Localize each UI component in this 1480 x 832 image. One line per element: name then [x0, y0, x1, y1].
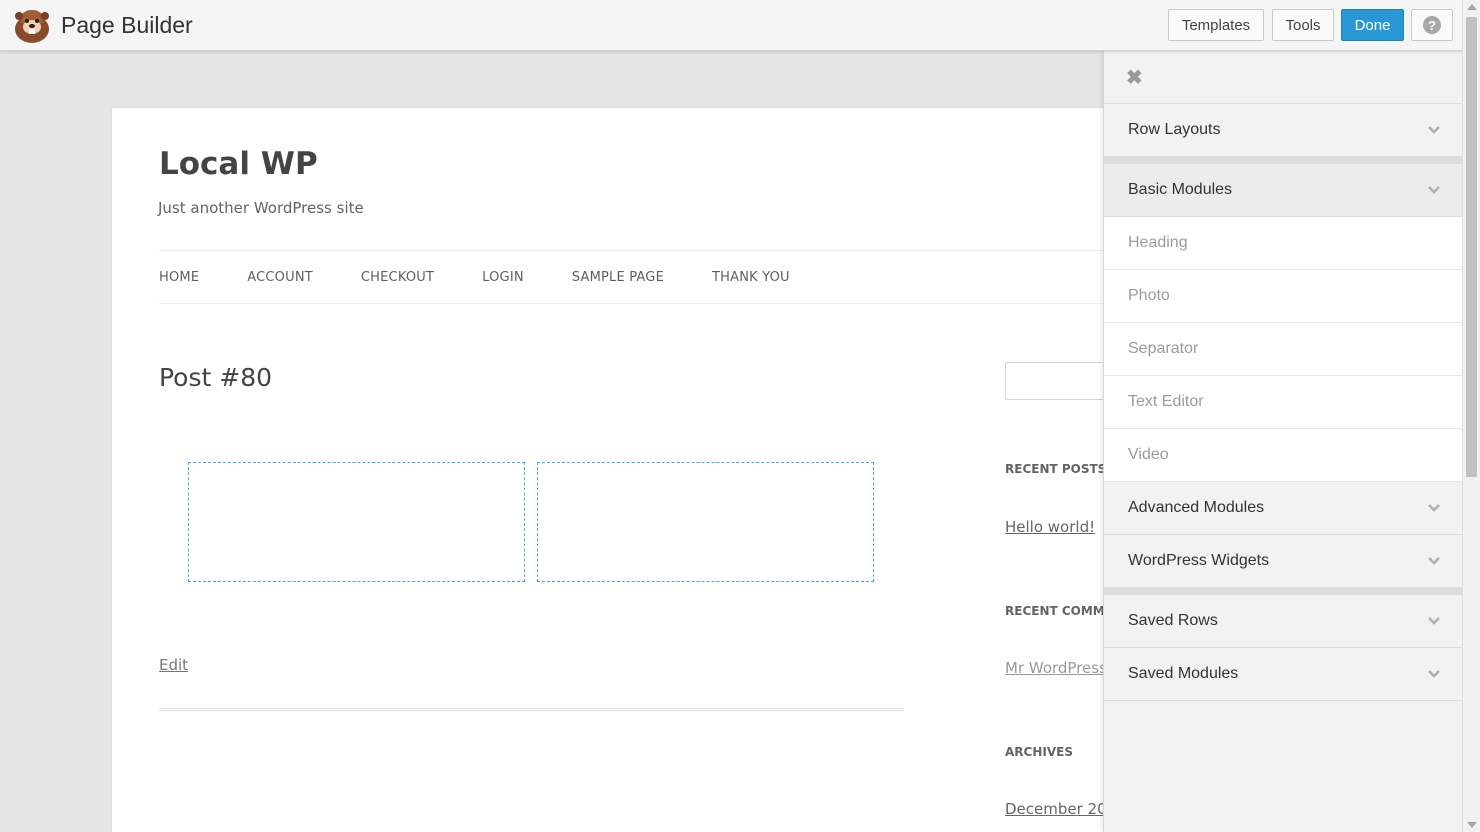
beaver-logo-icon	[15, 10, 49, 43]
section-label: WordPress Widgets	[1128, 552, 1270, 569]
section-label: Saved Modules	[1128, 665, 1239, 682]
scroll-down-arrow-icon[interactable]	[1467, 822, 1477, 828]
help-icon: ?	[1423, 16, 1441, 34]
nav-item-account[interactable]: ACCOUNT	[247, 270, 313, 285]
module-photo[interactable]: Photo	[1104, 270, 1462, 323]
section-saved-rows[interactable]: Saved Rows	[1104, 595, 1462, 648]
section-separator	[1104, 157, 1462, 164]
nav-item-sample-page[interactable]: SAMPLE PAGE	[572, 270, 664, 285]
nav-divider	[159, 303, 1119, 304]
recent-comments-heading: RECENT COMM	[1005, 604, 1105, 618]
module-separator[interactable]: Separator	[1104, 323, 1462, 376]
section-label: Advanced Modules	[1128, 499, 1265, 516]
chevron-down-icon	[1428, 670, 1440, 678]
section-label: Basic Modules	[1128, 181, 1233, 198]
section-separator	[1104, 588, 1462, 595]
site-title[interactable]: Local WP	[159, 146, 318, 182]
chevron-down-icon	[1428, 557, 1440, 565]
scrollbar-thumb[interactable]	[1466, 17, 1477, 477]
nav-divider	[159, 250, 1119, 251]
content-panel: ✖ Row Layouts Basic Modules Heading Phot…	[1103, 51, 1462, 832]
edit-link[interactable]: Edit	[159, 656, 188, 674]
section-wordpress-widgets[interactable]: WordPress Widgets	[1104, 535, 1462, 588]
nav-item-checkout[interactable]: CHECKOUT	[361, 270, 434, 285]
post-title: Post #80	[159, 363, 273, 392]
archives-heading: ARCHIVES	[1005, 745, 1073, 759]
recent-posts-heading: RECENT POSTS	[1005, 462, 1107, 476]
section-saved-modules[interactable]: Saved Modules	[1104, 648, 1462, 701]
scroll-up-arrow-icon[interactable]	[1467, 4, 1477, 10]
recent-post-link[interactable]: Hello world!	[1005, 518, 1095, 536]
nav-item-thank-you[interactable]: THANK YOU	[712, 270, 790, 285]
templates-button[interactable]: Templates	[1168, 9, 1264, 41]
close-icon[interactable]: ✖	[1126, 65, 1143, 90]
nav-item-login[interactable]: LOGIN	[482, 270, 524, 285]
section-row-layouts[interactable]: Row Layouts	[1104, 104, 1462, 157]
help-button[interactable]: ?	[1411, 9, 1453, 41]
done-button[interactable]: Done	[1341, 9, 1404, 41]
empty-column-dropzone[interactable]	[537, 462, 874, 582]
archive-link[interactable]: December 20	[1005, 800, 1107, 818]
chevron-down-icon	[1428, 186, 1440, 194]
post-divider	[159, 708, 904, 711]
builder-toolbar: Page Builder Templates Tools Done ?	[0, 0, 1480, 51]
site-tagline: Just another WordPress site	[158, 199, 364, 217]
scrollbar[interactable]	[1462, 0, 1480, 832]
site-navigation: HOME ACCOUNT CHECKOUT LOGIN SAMPLE PAGE …	[159, 270, 838, 285]
recent-comment-author-link[interactable]: Mr WordPress	[1005, 659, 1107, 677]
section-label: Row Layouts	[1128, 121, 1221, 138]
page-canvas: Local WP Just another WordPress site HOM…	[112, 108, 1125, 832]
empty-column-dropzone[interactable]	[188, 462, 525, 582]
chevron-down-icon	[1428, 126, 1440, 134]
nav-item-home[interactable]: HOME	[159, 270, 199, 285]
module-text-editor[interactable]: Text Editor	[1104, 376, 1462, 429]
section-basic-modules[interactable]: Basic Modules	[1104, 164, 1462, 217]
app-title: Page Builder	[61, 12, 193, 38]
tools-button[interactable]: Tools	[1272, 9, 1334, 41]
module-video[interactable]: Video	[1104, 429, 1462, 482]
module-heading[interactable]: Heading	[1104, 217, 1462, 270]
chevron-down-icon	[1428, 504, 1440, 512]
chevron-down-icon	[1428, 617, 1440, 625]
section-advanced-modules[interactable]: Advanced Modules	[1104, 482, 1462, 535]
section-label: Saved Rows	[1128, 612, 1218, 629]
